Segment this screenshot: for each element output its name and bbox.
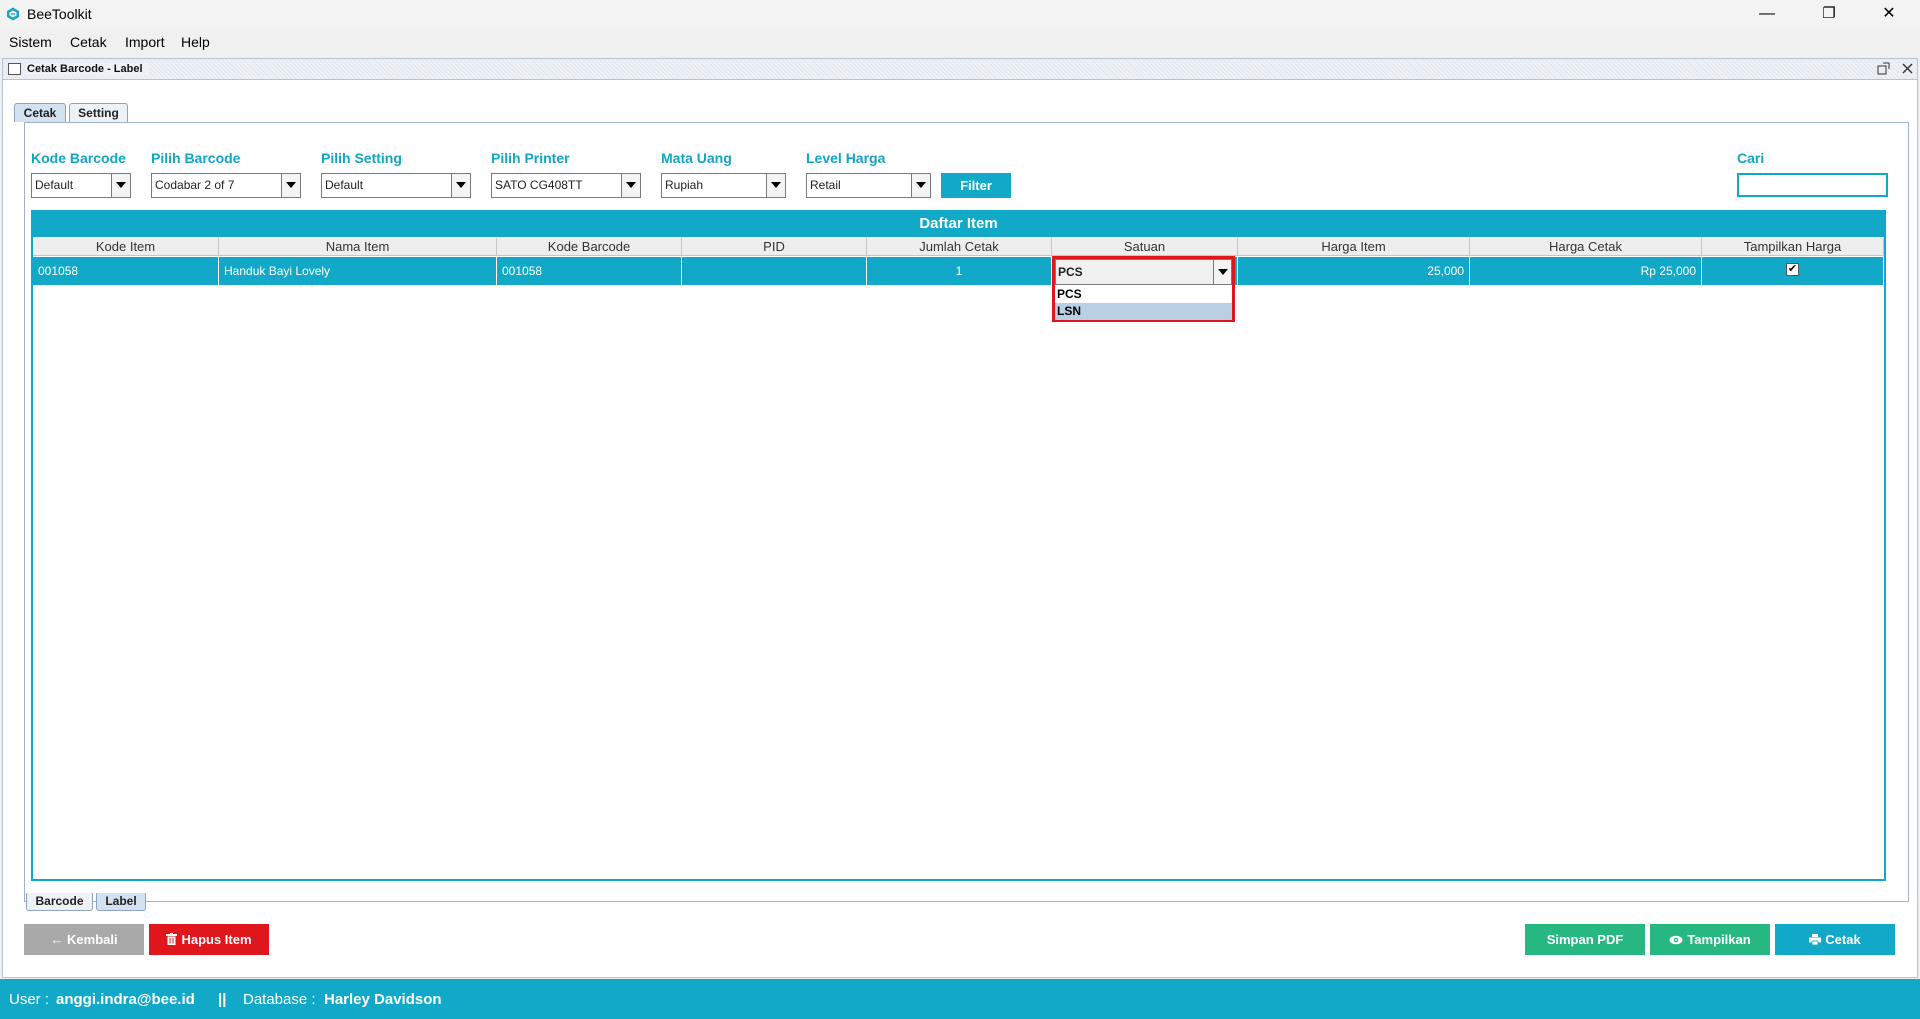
menu-import[interactable]: Import <box>125 34 165 50</box>
eye-icon <box>1669 935 1683 945</box>
tab-label[interactable]: Label <box>96 893 146 911</box>
user-label: User : <box>9 991 50 1008</box>
internal-frame-title: Cetak Barcode - Label <box>27 63 149 75</box>
minimize-button[interactable]: — <box>1744 0 1790 28</box>
chevron-down-icon[interactable] <box>451 174 470 197</box>
column-header[interactable]: Harga Item <box>1238 238 1470 256</box>
pilih-setting-value: Default <box>325 178 364 192</box>
pilih-barcode-select[interactable]: Codabar 2 of 7 <box>151 173 301 198</box>
hapus-item-button[interactable]: Hapus Item <box>149 924 269 955</box>
mata-uang-value: Rupiah <box>665 178 704 192</box>
column-header[interactable]: Kode Item <box>33 238 219 256</box>
tab-barcode[interactable]: Barcode <box>26 893 93 911</box>
chevron-down-icon[interactable] <box>111 174 130 197</box>
cari-input[interactable] <box>1737 173 1888 197</box>
arrow-left-icon: ← <box>50 932 68 947</box>
pilih-printer-value: SATO CG408TT <box>495 178 583 192</box>
column-header[interactable]: Nama Item <box>219 238 497 256</box>
satuan-value: PCS <box>1058 265 1083 279</box>
kode-barcode-label: Kode Barcode <box>31 150 126 166</box>
harga-cetak-cell[interactable]: Rp 25,000 <box>1470 257 1702 285</box>
kode-item-cell[interactable]: 001058 <box>33 257 219 285</box>
filter-button[interactable]: Filter <box>941 173 1011 198</box>
database-label: Database : <box>243 991 316 1008</box>
pilih-barcode-value: Codabar 2 of 7 <box>155 178 235 192</box>
simpan-pdf-button[interactable]: Simpan PDF <box>1525 924 1645 955</box>
chevron-down-icon[interactable] <box>766 174 785 197</box>
menu-help[interactable]: Help <box>181 34 210 50</box>
satuan-option-lsn[interactable]: LSN <box>1055 303 1232 320</box>
jumlah-cetak-cell[interactable]: 1 <box>867 257 1052 285</box>
pilih-setting-label: Pilih Setting <box>321 150 402 166</box>
database-value: Harley Davidson <box>324 991 442 1008</box>
menu-sistem[interactable]: Sistem <box>9 34 52 50</box>
close-frame-icon[interactable] <box>1901 62 1914 75</box>
kode-barcode-cell[interactable]: 001058 <box>497 257 682 285</box>
close-button[interactable]: ✕ <box>1866 0 1912 28</box>
frame-icon <box>8 63 21 75</box>
status-separator: || <box>218 991 227 1008</box>
chevron-down-icon[interactable] <box>1213 260 1231 284</box>
mata-uang-select[interactable]: Rupiah <box>661 173 786 198</box>
tab-cetak[interactable]: Cetak <box>14 103 66 122</box>
chevron-down-icon[interactable] <box>621 174 640 197</box>
tampilkan-button[interactable]: Tampilkan <box>1650 924 1770 955</box>
satuan-option-pcs[interactable]: PCS <box>1055 286 1232 303</box>
column-header[interactable]: Harga Cetak <box>1470 238 1702 256</box>
pilih-printer-label: Pilih Printer <box>491 150 570 166</box>
app-title: BeeToolkit <box>27 6 92 22</box>
column-header[interactable]: Tampilkan Harga <box>1702 238 1884 256</box>
chevron-down-icon[interactable] <box>911 174 930 197</box>
tampilkan-harga-checkbox[interactable]: ✔ <box>1786 263 1799 276</box>
satuan-dropdown[interactable]: PCS PCS LSN <box>1052 256 1235 322</box>
kembali-button[interactable]: ← Kembali <box>24 924 144 955</box>
daftar-item-table: Daftar Item Kode Item Nama Item Kode Bar… <box>31 210 1886 881</box>
cetak-label: Cetak <box>1825 932 1861 947</box>
maximize-button[interactable]: ❐ <box>1806 0 1852 28</box>
column-header[interactable]: Kode Barcode <box>497 238 682 256</box>
nama-item-cell[interactable]: Handuk Bayi Lovely <box>219 257 497 285</box>
harga-item-cell[interactable]: 25,000 <box>1238 257 1470 285</box>
title-bar: BeeToolkit — ❐ ✕ <box>0 0 1920 28</box>
kode-barcode-value: Default <box>35 178 74 192</box>
tampilkan-label: Tampilkan <box>1687 932 1751 947</box>
cari-label: Cari <box>1737 150 1765 166</box>
status-bar: User : anggi.indra@bee.id || Database : … <box>0 979 1920 1019</box>
table-title: Daftar Item <box>33 212 1884 237</box>
beetoolkit-logo-icon <box>7 7 19 21</box>
column-header[interactable]: Jumlah Cetak <box>867 238 1052 256</box>
hapus-item-label: Hapus Item <box>181 932 252 947</box>
kembali-label: Kembali <box>67 932 118 947</box>
level-harga-select[interactable]: Retail <box>806 173 931 198</box>
level-harga-value: Retail <box>810 178 841 192</box>
pilih-printer-select[interactable]: SATO CG408TT <box>491 173 641 198</box>
level-harga-label: Level Harga <box>806 150 886 166</box>
restore-frame-icon[interactable] <box>1877 62 1890 75</box>
pilih-barcode-label: Pilih Barcode <box>151 150 241 166</box>
column-header[interactable]: PID <box>682 238 867 256</box>
menu-bar: Sistem Cetak Import Help <box>0 28 1920 56</box>
pid-cell[interactable] <box>682 257 867 285</box>
tab-setting[interactable]: Setting <box>69 103 128 122</box>
pilih-setting-select[interactable]: Default <box>321 173 471 198</box>
cetak-button[interactable]: Cetak <box>1775 924 1895 955</box>
kode-barcode-select[interactable]: Default <box>31 173 131 198</box>
menu-cetak[interactable]: Cetak <box>70 34 107 50</box>
user-value: anggi.indra@bee.id <box>56 991 195 1008</box>
satuan-select[interactable]: PCS <box>1055 259 1232 285</box>
trash-icon <box>166 933 178 945</box>
mata-uang-label: Mata Uang <box>661 150 732 166</box>
internal-frame-title-bar[interactable]: Cetak Barcode - Label <box>3 59 1917 80</box>
chevron-down-icon[interactable] <box>281 174 300 197</box>
printer-icon <box>1809 934 1822 946</box>
column-header[interactable]: Satuan <box>1052 238 1238 256</box>
